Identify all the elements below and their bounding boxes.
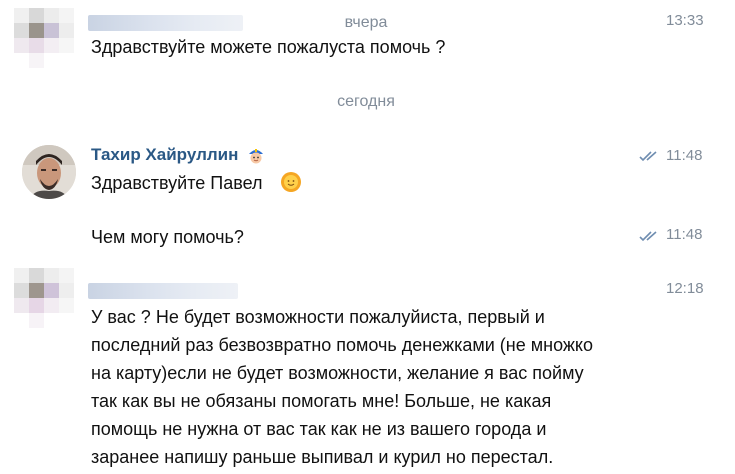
message-time: 13:33 [666, 12, 704, 29]
date-divider-yesterday: вчера [320, 11, 412, 35]
message-line: так как вы не обязаны помогать мне! Боль… [91, 391, 552, 411]
blurred-avatar[interactable] [14, 268, 74, 328]
blurred-sender-name[interactable] [88, 283, 238, 299]
sender-avatar[interactable] [22, 145, 76, 199]
message-time: 12:18 [666, 280, 704, 297]
blurred-avatar[interactable] [14, 8, 74, 68]
double-check-icon [639, 150, 663, 162]
message-line: последний раз безвозвратно помочь денежк… [91, 335, 594, 355]
police-emoji-icon [246, 145, 266, 165]
blurred-sender-name[interactable] [88, 15, 243, 31]
sender-name[interactable]: Тахир Хайруллин [91, 145, 238, 165]
message-line: заранее напишу раньше выпивал и курил но… [91, 447, 554, 467]
message-time: 11:48 [666, 226, 703, 243]
message-time: 11:48 [666, 147, 703, 164]
message-body: У вас ? Не будет возможности пожалуйиста… [91, 303, 593, 471]
double-check-icon [639, 230, 663, 242]
date-divider-today: сегодня [337, 93, 395, 110]
sun-emoji-icon [280, 171, 302, 193]
message-text: Здравствуйте Павел [91, 173, 263, 193]
message-line: помощь не нужна от вас так как не из ваш… [91, 419, 547, 439]
message-line: У вас ? Не будет возможности пожалуйиста… [91, 307, 545, 327]
message-text: Чем могу помочь? [91, 227, 244, 247]
message-text: Здравствуйте можете пожалуста помочь ? [91, 37, 446, 57]
avatar-photo-icon [22, 145, 76, 199]
message-line: на карту)если не будет возможности, жела… [91, 363, 584, 383]
